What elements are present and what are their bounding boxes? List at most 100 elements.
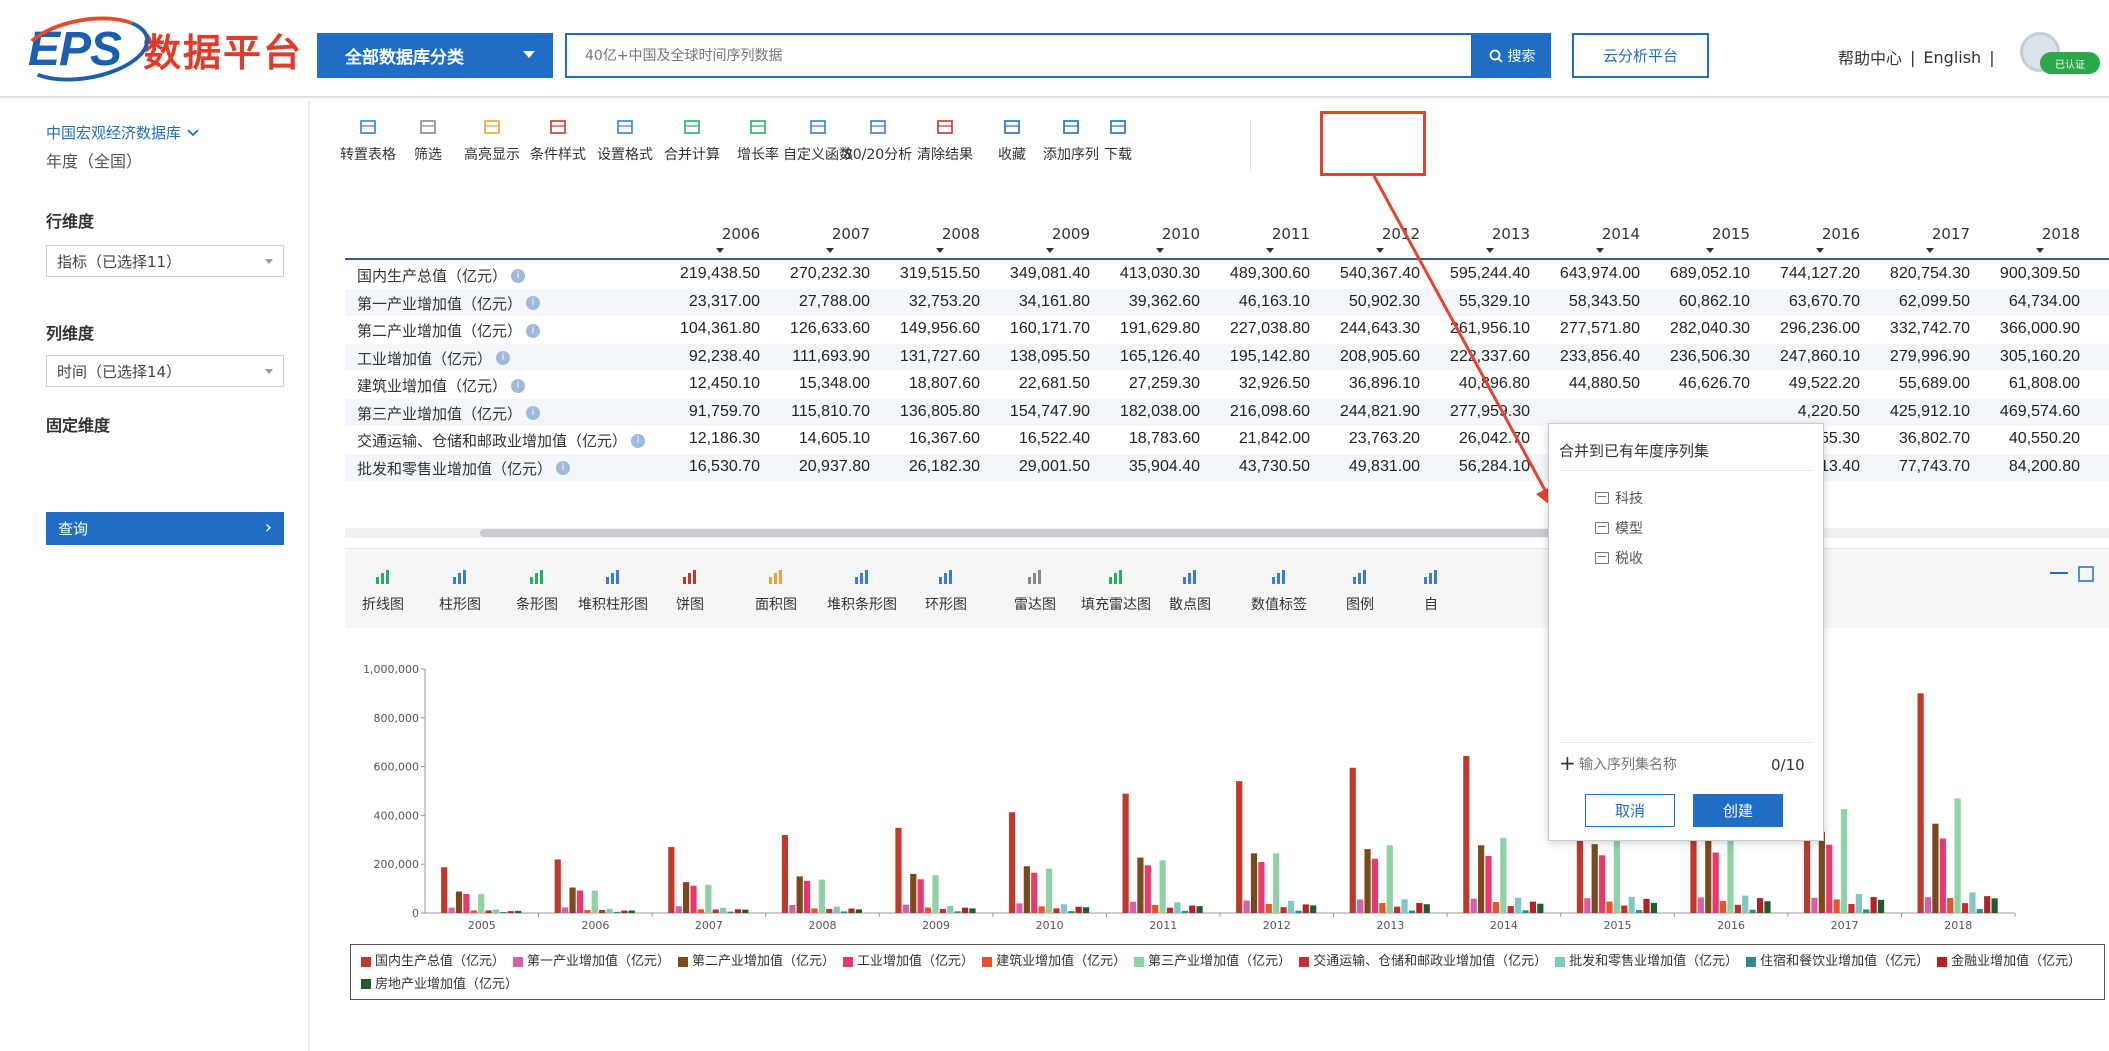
table-cell[interactable]: 92,238.40 <box>650 348 760 366</box>
table-cell[interactable]: 61,808.00 <box>1970 375 2080 393</box>
series-set-item[interactable]: 模型 <box>1595 518 1643 538</box>
bar-2010-s5[interactable] <box>1045 868 1053 913</box>
bar-2016-s10[interactable] <box>1764 901 1771 913</box>
table-cell[interactable]: 49,522.20 <box>1750 375 1860 393</box>
table-cell[interactable]: 14,605.10 <box>760 430 870 448</box>
bar-2016-s3[interactable] <box>1712 852 1719 913</box>
info-icon[interactable]: i <box>556 461 571 475</box>
info-icon[interactable]: i <box>631 433 646 448</box>
user-avatar[interactable]: 已认证 <box>2020 32 2100 78</box>
table-cell[interactable]: 182,038.00 <box>1090 403 1200 421</box>
sort-caret-icon[interactable] <box>1156 248 1164 253</box>
bar-2010-s8[interactable] <box>1068 911 1075 913</box>
table-cell[interactable]: 136,805.80 <box>870 403 980 421</box>
bar-2009-s6[interactable] <box>939 908 946 913</box>
bar-2014-s5[interactable] <box>1500 837 1507 913</box>
table-cell[interactable]: 595,244.40 <box>1420 265 1530 283</box>
table-cell[interactable]: 900,309.50 <box>1970 265 2080 283</box>
query-button[interactable]: 查询 › <box>46 512 284 545</box>
bar-2013-s10[interactable] <box>1423 904 1430 913</box>
bar-2016-s1[interactable] <box>1697 897 1704 913</box>
bar-2012-s5[interactable] <box>1273 853 1280 913</box>
bar-2014-s2[interactable] <box>1478 845 1485 913</box>
info-icon[interactable]: i <box>526 323 541 338</box>
sort-caret-icon[interactable] <box>1816 248 1824 253</box>
search-input[interactable] <box>565 33 1473 78</box>
sort-caret-icon[interactable] <box>1596 248 1604 253</box>
bar-2011-s3[interactable] <box>1144 865 1151 913</box>
bar-2007-s4[interactable] <box>697 909 705 913</box>
bar-2018-s2[interactable] <box>1932 823 1939 913</box>
cancel-button[interactable]: 取消 <box>1585 794 1675 827</box>
bar-2011-s4[interactable] <box>1152 904 1159 913</box>
bar-2014-s10[interactable] <box>1537 903 1544 913</box>
table-cell[interactable]: 469,574.60 <box>1970 403 2080 421</box>
bar-2013-s5[interactable] <box>1386 845 1393 913</box>
bar-2017-s4[interactable] <box>1833 899 1840 913</box>
bar-2010-s3[interactable] <box>1031 872 1038 913</box>
bar-2005-s3[interactable] <box>463 893 470 913</box>
bar-2009-s9[interactable] <box>961 907 969 913</box>
table-cell[interactable]: 77,743.70 <box>1860 458 1970 476</box>
bar-2014-s6[interactable] <box>1507 906 1514 913</box>
table-cell[interactable]: 216,098.60 <box>1200 403 1310 421</box>
table-row[interactable]: 第二产业增加值（亿元） i 104,361.80 126,633.60 149,956.… <box>345 316 2109 343</box>
table-row[interactable]: 国内生产总值（亿元） i 219,438.50 270,232.30 319,515.5… <box>345 261 2109 288</box>
table-cell[interactable]: 58,343.50 <box>1530 293 1640 311</box>
bar-2012-s6[interactable] <box>1280 907 1287 913</box>
year-column-header[interactable]: 2010 <box>1120 225 1200 243</box>
bar-2006-s9[interactable] <box>621 910 628 913</box>
bar-2015-s6[interactable] <box>1621 905 1628 913</box>
table-cell[interactable]: 43,730.50 <box>1200 458 1310 476</box>
table-row[interactable]: 工业增加值（亿元） i 92,238.40 111,693.90 131,727.60 1… <box>345 343 2109 371</box>
table-cell[interactable]: 4,220.50 <box>1750 403 1860 421</box>
table-cell[interactable]: 233,856.40 <box>1530 348 1640 366</box>
table-cell[interactable]: 55,329.10 <box>1420 293 1530 311</box>
table-cell[interactable]: 27,259.30 <box>1090 375 1200 393</box>
bar-2015-s5[interactable] <box>1613 828 1620 913</box>
bar-2018-s3[interactable] <box>1939 838 1946 913</box>
bar-2013-s7[interactable] <box>1401 899 1408 913</box>
bar-2008-s9[interactable] <box>848 908 855 913</box>
bar-2007-s3[interactable] <box>690 885 697 913</box>
series-set-item[interactable]: 科技 <box>1595 488 1643 508</box>
bar-2008-s2[interactable] <box>796 876 803 913</box>
table-cell[interactable]: 49,831.00 <box>1310 458 1420 476</box>
bar-2018-s8[interactable] <box>1976 909 1983 913</box>
table-cell[interactable]: 244,643.30 <box>1310 320 1420 338</box>
table-cell[interactable]: 21,842.00 <box>1200 430 1310 448</box>
bar-2014-s9[interactable] <box>1529 901 1537 913</box>
table-cell[interactable]: 32,753.20 <box>870 293 980 311</box>
bar-2011-s2[interactable] <box>1137 857 1144 913</box>
bar-2005-s10[interactable] <box>515 910 522 913</box>
sort-caret-icon[interactable] <box>826 248 834 253</box>
bar-2015-s2[interactable] <box>1591 844 1598 913</box>
bar-2011-s0[interactable] <box>1122 793 1129 913</box>
table-cell[interactable]: 126,633.60 <box>760 320 870 338</box>
table-cell[interactable]: 236,506.30 <box>1640 348 1750 366</box>
bar-2006-s8[interactable] <box>613 911 621 913</box>
bar-2006-s1[interactable] <box>562 907 569 913</box>
legend-item[interactable]: 住宿和餐饮业增加值（亿元） <box>1746 951 1929 972</box>
table-cell[interactable]: 84,200.80 <box>1970 458 2080 476</box>
chart-type-scatter-chart-button[interactable]: 散点图 <box>1145 568 1235 614</box>
bar-2015-s3[interactable] <box>1599 855 1606 913</box>
table-cell[interactable]: 44,880.50 <box>1530 375 1640 393</box>
table-cell[interactable]: 91,759.70 <box>650 403 760 421</box>
bar-2017-s3[interactable] <box>1826 844 1833 913</box>
bar-2011-s9[interactable] <box>1189 905 1196 913</box>
table-cell[interactable]: 744,127.20 <box>1750 265 1860 283</box>
table-cell[interactable]: 56,284.10 <box>1420 458 1530 476</box>
info-icon[interactable]: i <box>511 268 526 283</box>
year-column-header[interactable]: 2007 <box>790 225 870 243</box>
table-cell[interactable]: 208,905.60 <box>1310 348 1420 366</box>
table-cell[interactable]: 165,126.40 <box>1090 348 1200 366</box>
bar-2005-s5[interactable] <box>478 894 485 913</box>
bar-2015-s4[interactable] <box>1606 901 1613 913</box>
bar-2014-s4[interactable] <box>1492 902 1500 913</box>
table-cell[interactable]: 22,681.50 <box>980 375 1090 393</box>
table-cell[interactable]: 227,038.80 <box>1200 320 1310 338</box>
bar-2012-s3[interactable] <box>1258 862 1265 913</box>
bar-2018-s1[interactable] <box>1924 897 1932 913</box>
sort-caret-icon[interactable] <box>2036 248 2044 253</box>
